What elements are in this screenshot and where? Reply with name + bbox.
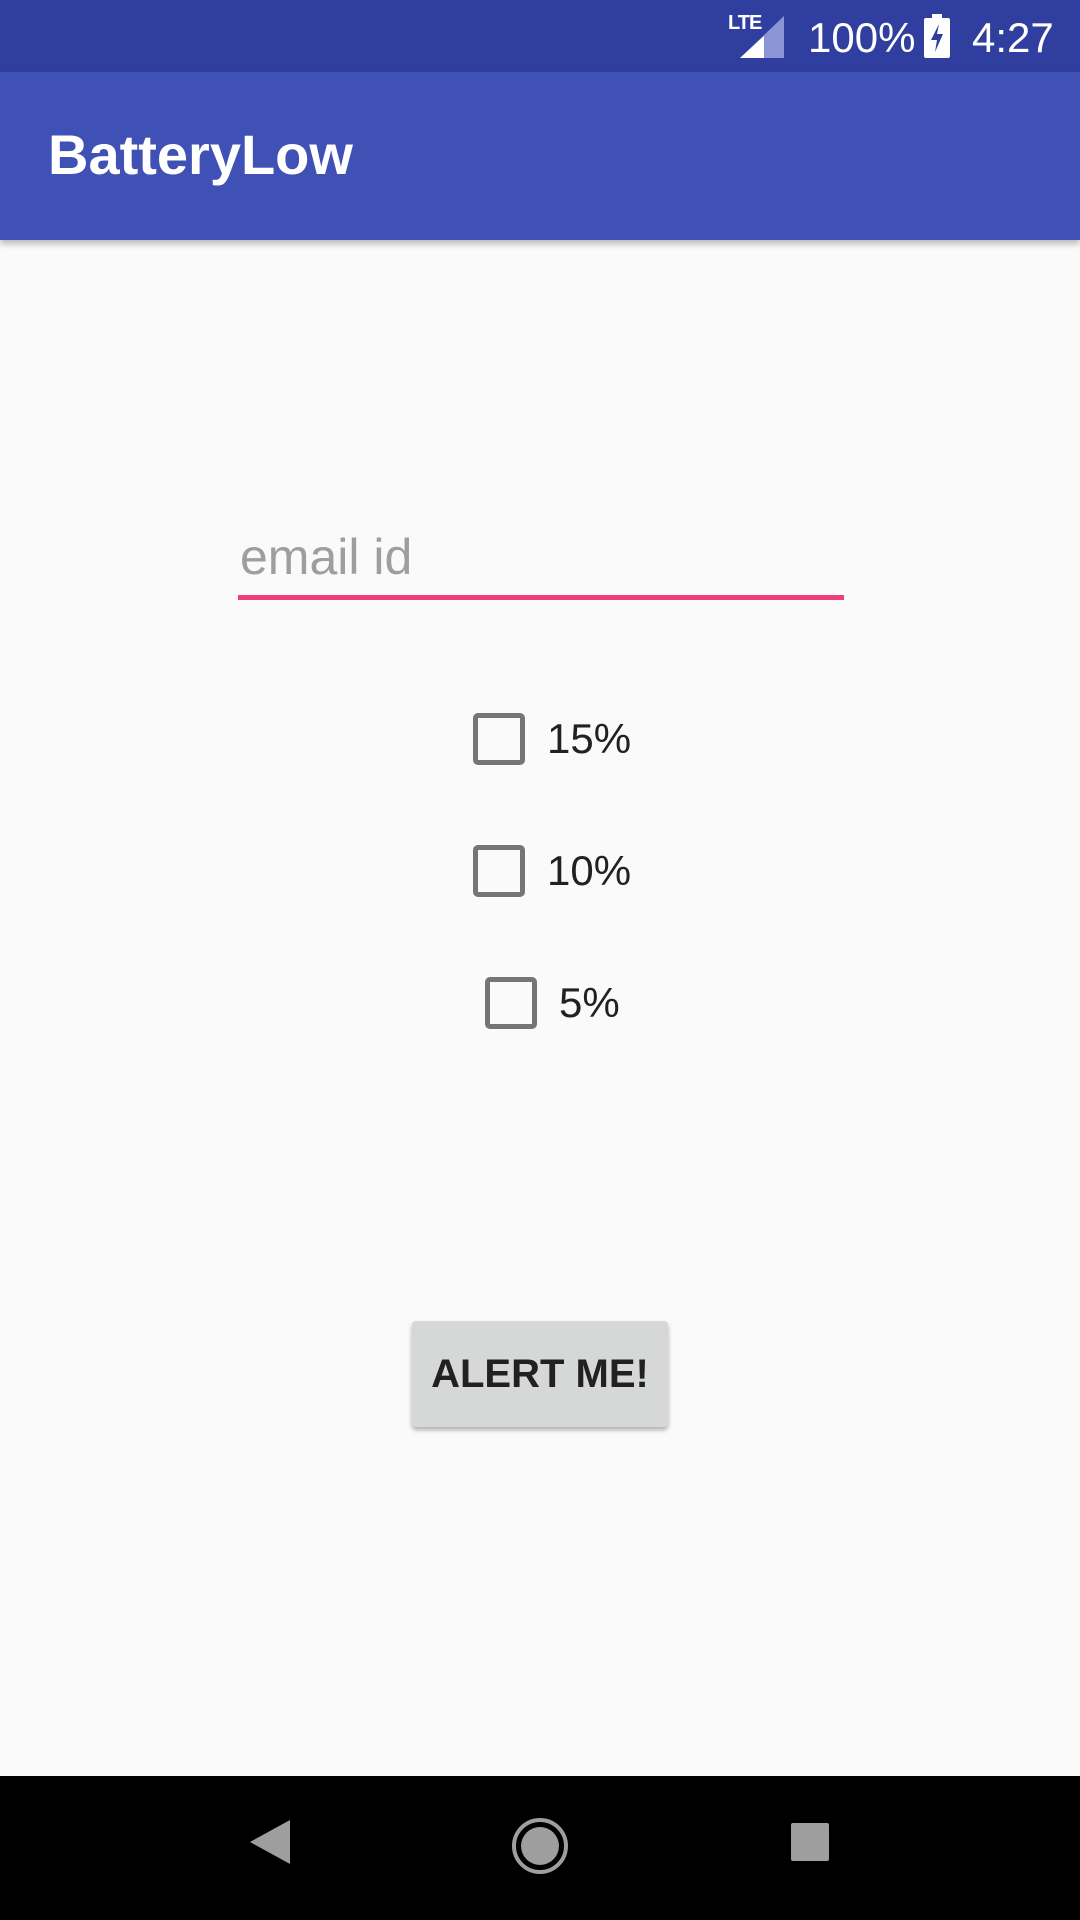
lte-signal-icon: [740, 16, 784, 58]
back-icon[interactable]: [250, 1820, 290, 1864]
recents-icon[interactable]: [791, 1823, 829, 1861]
checkbox-label[interactable]: 5%: [559, 979, 620, 1027]
status-bar: LTE 100% 4:27: [0, 0, 1080, 72]
checkbox-10-percent[interactable]: 10%: [473, 841, 631, 901]
clock: 4:27: [972, 14, 1054, 61]
navigation-bar: [0, 1776, 1080, 1920]
battery-percent: 100%: [808, 14, 916, 61]
home-icon[interactable]: [510, 1816, 570, 1876]
checkbox-icon[interactable]: [473, 713, 525, 765]
checkbox-label[interactable]: 10%: [547, 847, 631, 895]
checkbox-icon[interactable]: [473, 845, 525, 897]
checkbox-5-percent[interactable]: 5%: [485, 973, 620, 1033]
checkbox-icon[interactable]: [485, 977, 537, 1029]
screen: LTE 100% 4:27 BatteryLow 15% 10% 5% ALER…: [0, 0, 1080, 1920]
checkbox-15-percent[interactable]: 15%: [473, 709, 631, 769]
email-input[interactable]: [238, 515, 844, 599]
checkbox-label[interactable]: 15%: [547, 715, 631, 763]
app-bar: BatteryLow: [0, 72, 1080, 240]
app-title: BatteryLow: [48, 123, 353, 186]
battery-charging-icon: [924, 14, 950, 58]
email-field[interactable]: [238, 515, 844, 605]
alert-me-button[interactable]: ALERT ME!: [412, 1321, 668, 1427]
email-underline: [238, 595, 844, 600]
